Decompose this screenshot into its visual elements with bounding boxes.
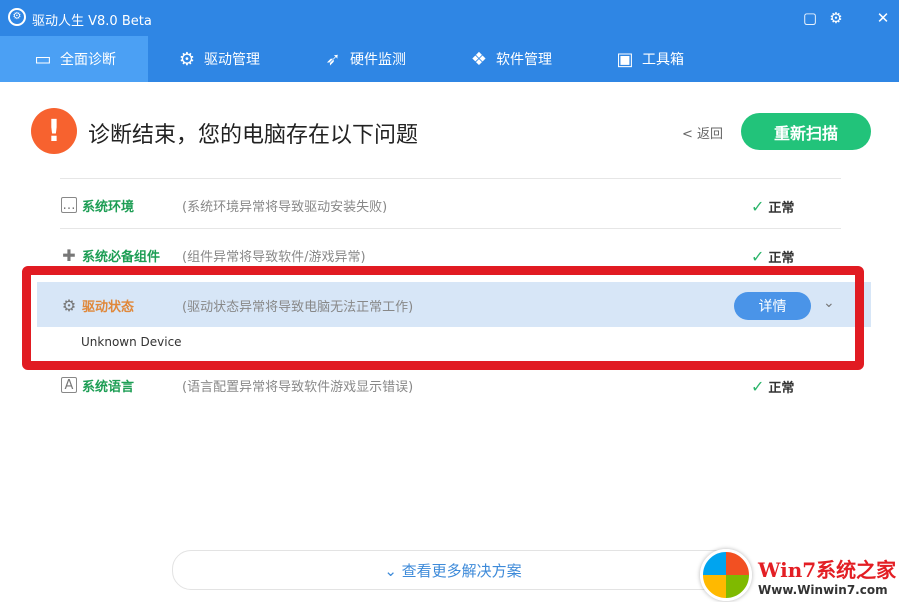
monitor-pulse-icon: ▭ <box>34 48 52 70</box>
feedback-icon[interactable]: ▢ <box>801 9 819 27</box>
status-label: 正常 <box>768 201 795 216</box>
tab-toolbox[interactable]: ▣ 工具箱 <box>614 36 684 82</box>
tab-software-management[interactable]: ❖ 软件管理 <box>468 36 552 82</box>
gear-icon: ⚙ <box>178 48 196 70</box>
language-icon: A <box>61 377 77 393</box>
tab-driver-management[interactable]: ⚙ 驱动管理 <box>176 36 260 82</box>
highlight-annotation-box <box>22 266 864 370</box>
more-solutions-button[interactable]: ⌄ 查看更多解决方案 <box>172 550 734 590</box>
status-ok: ✓ 正常 <box>751 197 794 216</box>
status-label: 正常 <box>768 381 795 396</box>
divider <box>60 178 841 179</box>
tab-full-diagnosis[interactable]: ▭ 全面诊断 <box>0 36 148 82</box>
watermark-title: Win7系统之家 <box>758 557 897 582</box>
puzzle-icon: ✚ <box>62 245 76 265</box>
tab-label: 驱动管理 <box>204 52 260 68</box>
tab-label: 工具箱 <box>642 52 684 68</box>
system-environment-icon: … <box>61 197 77 213</box>
check-icon: ✓ <box>751 247 765 266</box>
rescan-button[interactable]: 重新扫描 <box>741 113 871 150</box>
watermark-url: Www.Winwin7.com <box>758 582 888 597</box>
row-name-system-language: 系统语言 <box>82 380 135 395</box>
main-nav: ▭ 全面诊断 ⚙ 驱动管理 ➶ 硬件监测 ❖ 软件管理 ▣ 工具箱 <box>0 36 899 82</box>
divider <box>60 228 841 229</box>
tab-label: 全面诊断 <box>60 52 116 68</box>
tab-label: 硬件监测 <box>350 52 406 68</box>
tab-hardware-monitor[interactable]: ➶ 硬件监测 <box>322 36 406 82</box>
status-ok: ✓ 正常 <box>751 377 794 396</box>
check-icon: ✓ <box>751 377 765 396</box>
rocket-icon: ➶ <box>325 48 341 70</box>
settings-icon[interactable]: ⚙ <box>827 9 845 27</box>
check-icon: ✓ <box>751 197 765 216</box>
tab-label: 软件管理 <box>496 52 552 68</box>
apps-icon: ❖ <box>470 48 488 70</box>
watermark: Win7系统之家 Www.Winwin7.com <box>700 548 899 602</box>
window-title: 驱动人生 V8.0 Beta <box>32 14 152 29</box>
warning-icon: ! <box>31 108 77 154</box>
row-desc-system-language: (语言配置异常将导致软件游戏显示错误) <box>182 380 414 395</box>
back-link[interactable]: < 返回 <box>682 123 723 142</box>
windows-logo-icon <box>700 549 752 601</box>
status-label: 正常 <box>768 251 795 266</box>
app-logo-icon: ⚙ <box>8 8 26 26</box>
row-name-system-environment: 系统环境 <box>82 200 135 215</box>
toolbox-icon: ▣ <box>616 48 634 70</box>
title-bar: ⚙ 驱动人生 V8.0 Beta ▢ ⚙ ✕ <box>0 0 899 36</box>
status-ok: ✓ 正常 <box>751 247 794 266</box>
row-name-required-components: 系统必备组件 <box>82 250 161 265</box>
row-desc-required-components: (组件异常将导致软件/游戏异常) <box>182 250 366 265</box>
close-icon[interactable]: ✕ <box>874 9 892 27</box>
row-desc-system-environment: (系统环境异常将导致驱动安装失败) <box>182 200 388 215</box>
page-title: 诊断结束，您的电脑存在以下问题 <box>88 123 419 148</box>
